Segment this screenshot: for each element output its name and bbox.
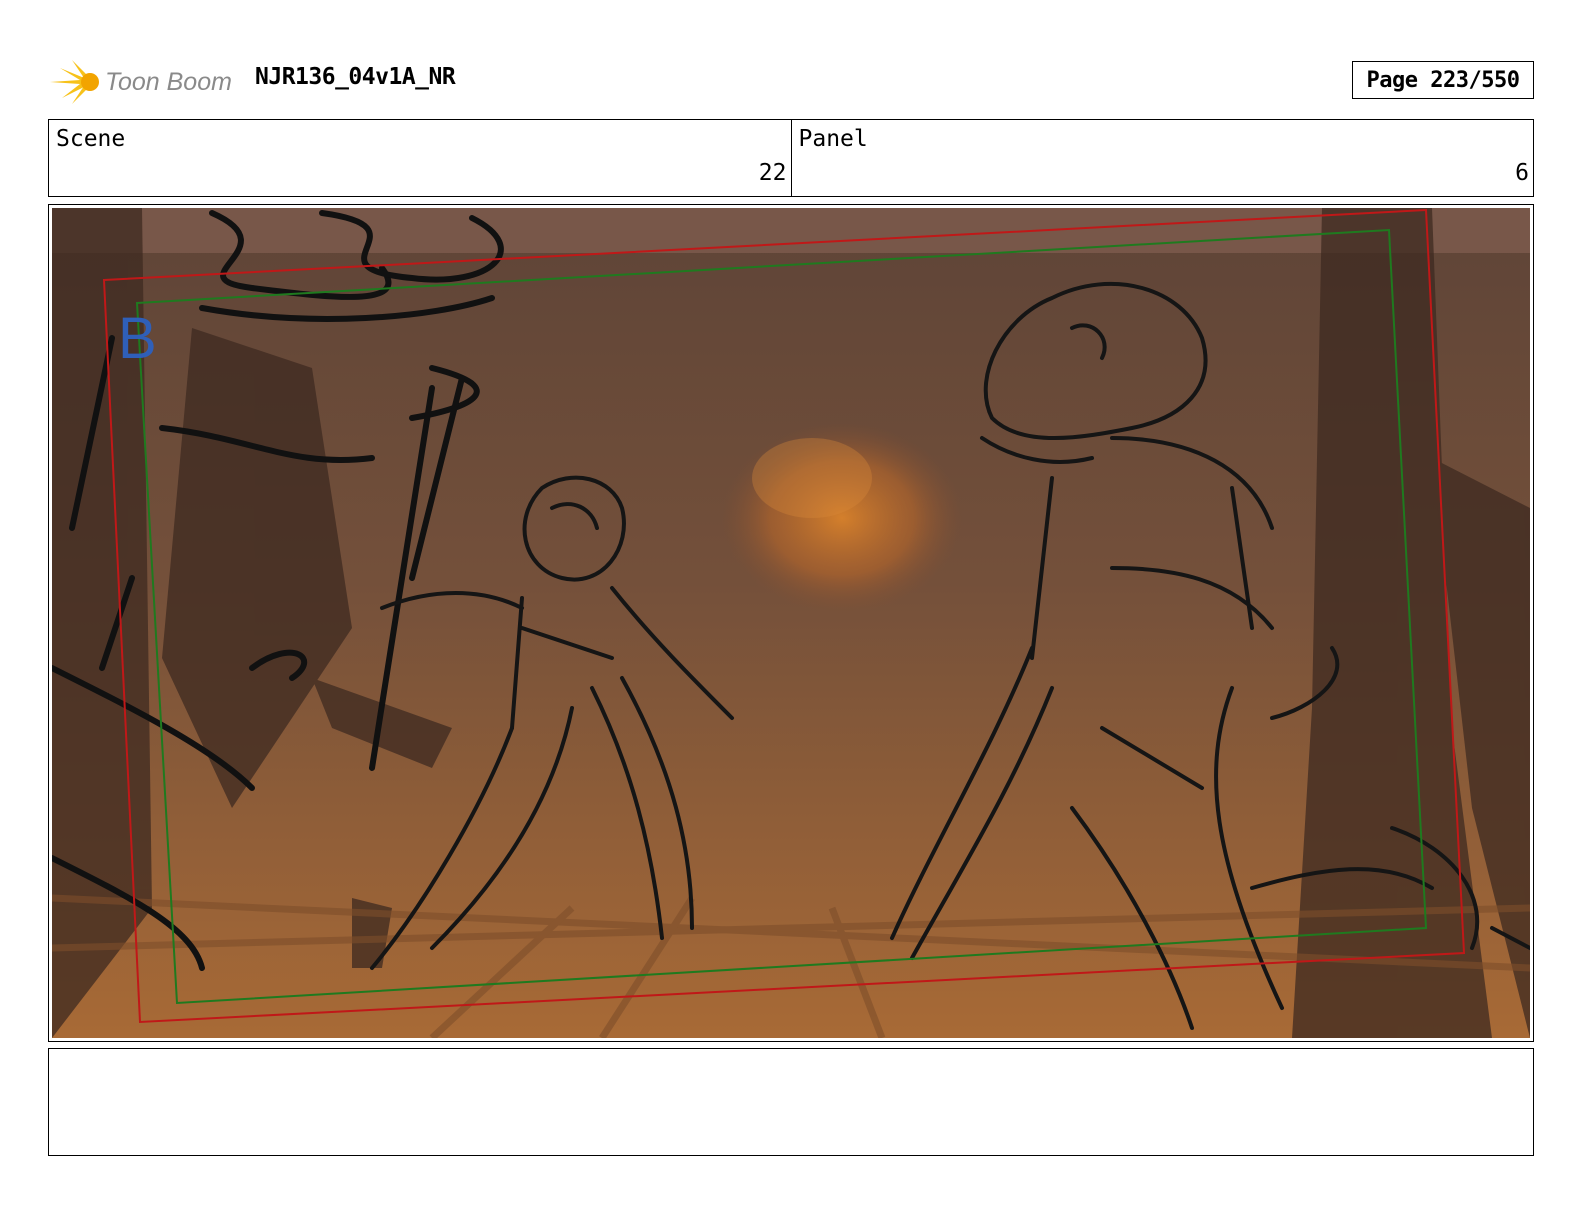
page-indicator: Page 223/550 — [1352, 61, 1534, 99]
panel-cell: Panel 6 — [790, 120, 1534, 196]
layer-marker-label: B — [118, 306, 157, 371]
caption-box — [48, 1048, 1534, 1156]
storyboard-panel-image: B — [52, 208, 1530, 1038]
panel-label: Panel — [798, 126, 868, 152]
scene-number: 22 — [758, 160, 787, 186]
document-title: NJR136_04v1A_NR — [255, 64, 456, 90]
scene-panel-info: Scene 22 Panel 6 — [48, 119, 1534, 197]
scene-label: Scene — [56, 126, 126, 152]
panel-number: 6 — [1515, 160, 1529, 186]
toon-boom-logo: Toon Boom — [50, 56, 240, 108]
scene-cell: Scene 22 — [49, 120, 791, 196]
logo-wordmark: Toon Boom — [105, 68, 232, 96]
